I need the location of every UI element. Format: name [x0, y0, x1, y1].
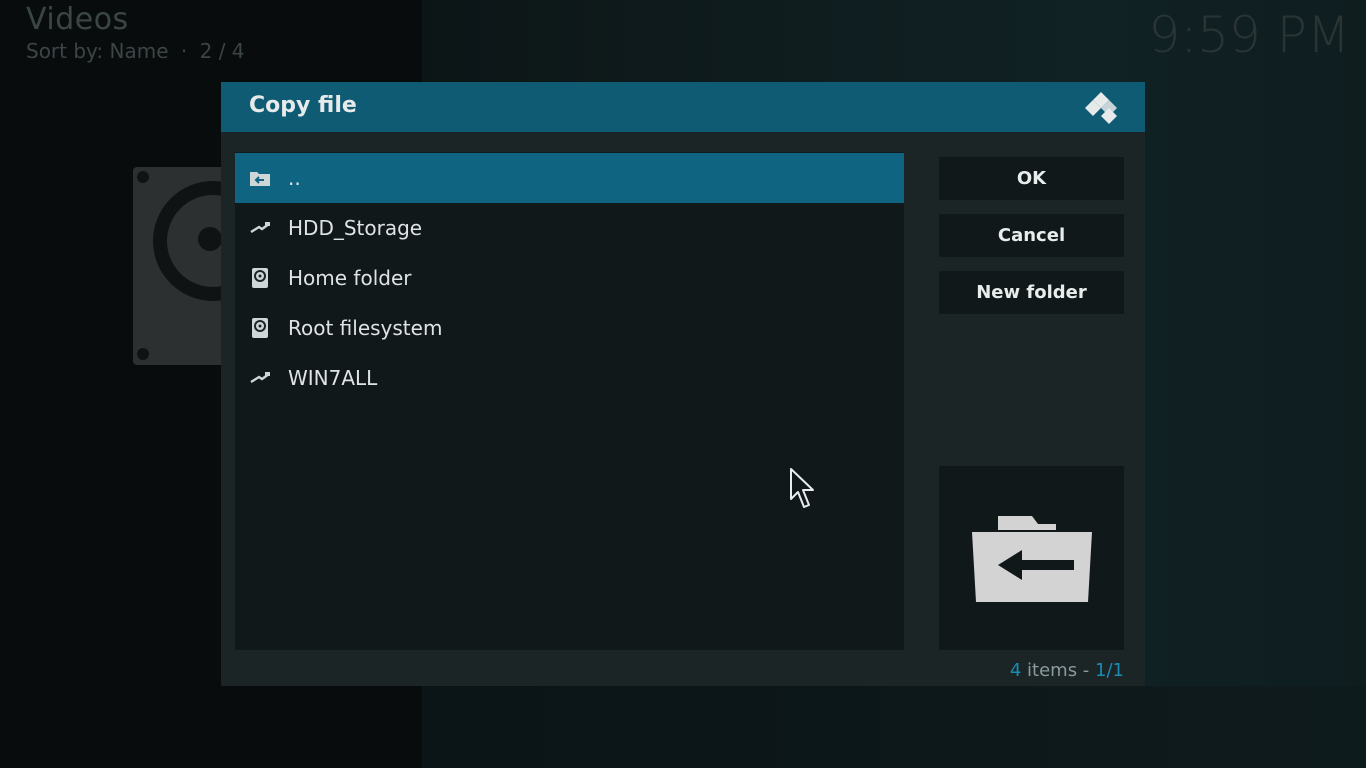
item-count-number: 4	[1009, 660, 1022, 681]
list-item-parent[interactable]: ..	[235, 153, 904, 203]
usb-icon	[248, 366, 272, 390]
list-item-label: WIN7ALL	[288, 366, 378, 390]
file-list: .. HDD_Storage Home folder Root filesyst…	[235, 152, 904, 650]
list-item-label: HDD_Storage	[288, 216, 423, 240]
copy-file-dialog: Copy file .. HDD_Storage Home folder Roo…	[221, 82, 1145, 686]
list-item-label: Root filesystem	[288, 316, 443, 340]
sort-separator: ·	[180, 39, 188, 63]
folder-back-icon	[971, 516, 1092, 602]
sort-info: Sort by: Name · 2 / 4	[26, 39, 245, 63]
item-count-suffix: items -	[1027, 660, 1090, 681]
item-count: 4 items - 1/1	[1010, 660, 1124, 681]
list-item-root-filesystem[interactable]: Root filesystem	[235, 303, 904, 353]
preview-thumbnail	[939, 466, 1124, 650]
usb-icon	[248, 216, 272, 240]
sort-position: 2 / 4	[199, 39, 245, 63]
list-item-hdd-storage[interactable]: HDD_Storage	[235, 203, 904, 253]
background-band	[422, 686, 1366, 768]
window-title: Videos	[26, 2, 129, 37]
kodi-logo-icon	[1085, 92, 1117, 124]
dialog-header: Copy file	[221, 82, 1145, 132]
cancel-button[interactable]: Cancel	[939, 214, 1124, 257]
list-item-label: Home folder	[288, 266, 412, 290]
hard-drive-icon	[248, 316, 272, 340]
list-item-home-folder[interactable]: Home folder	[235, 253, 904, 303]
dialog-title: Copy file	[249, 93, 357, 118]
clock: 9:59 PM	[1148, 6, 1350, 64]
list-item-win7all[interactable]: WIN7ALL	[235, 353, 904, 403]
sort-label: Sort by: Name	[26, 39, 169, 63]
list-item-label: ..	[288, 166, 301, 190]
hard-drive-icon	[248, 266, 272, 290]
page-indicator: 1/1	[1095, 660, 1124, 681]
screen: Videos Sort by: Name · 2 / 4 9:59 PM Cop…	[0, 0, 1366, 768]
new-folder-button[interactable]: New folder	[939, 271, 1124, 314]
mouse-cursor-icon	[790, 468, 814, 508]
folder-back-icon	[248, 166, 272, 190]
ok-button[interactable]: OK	[939, 157, 1124, 200]
